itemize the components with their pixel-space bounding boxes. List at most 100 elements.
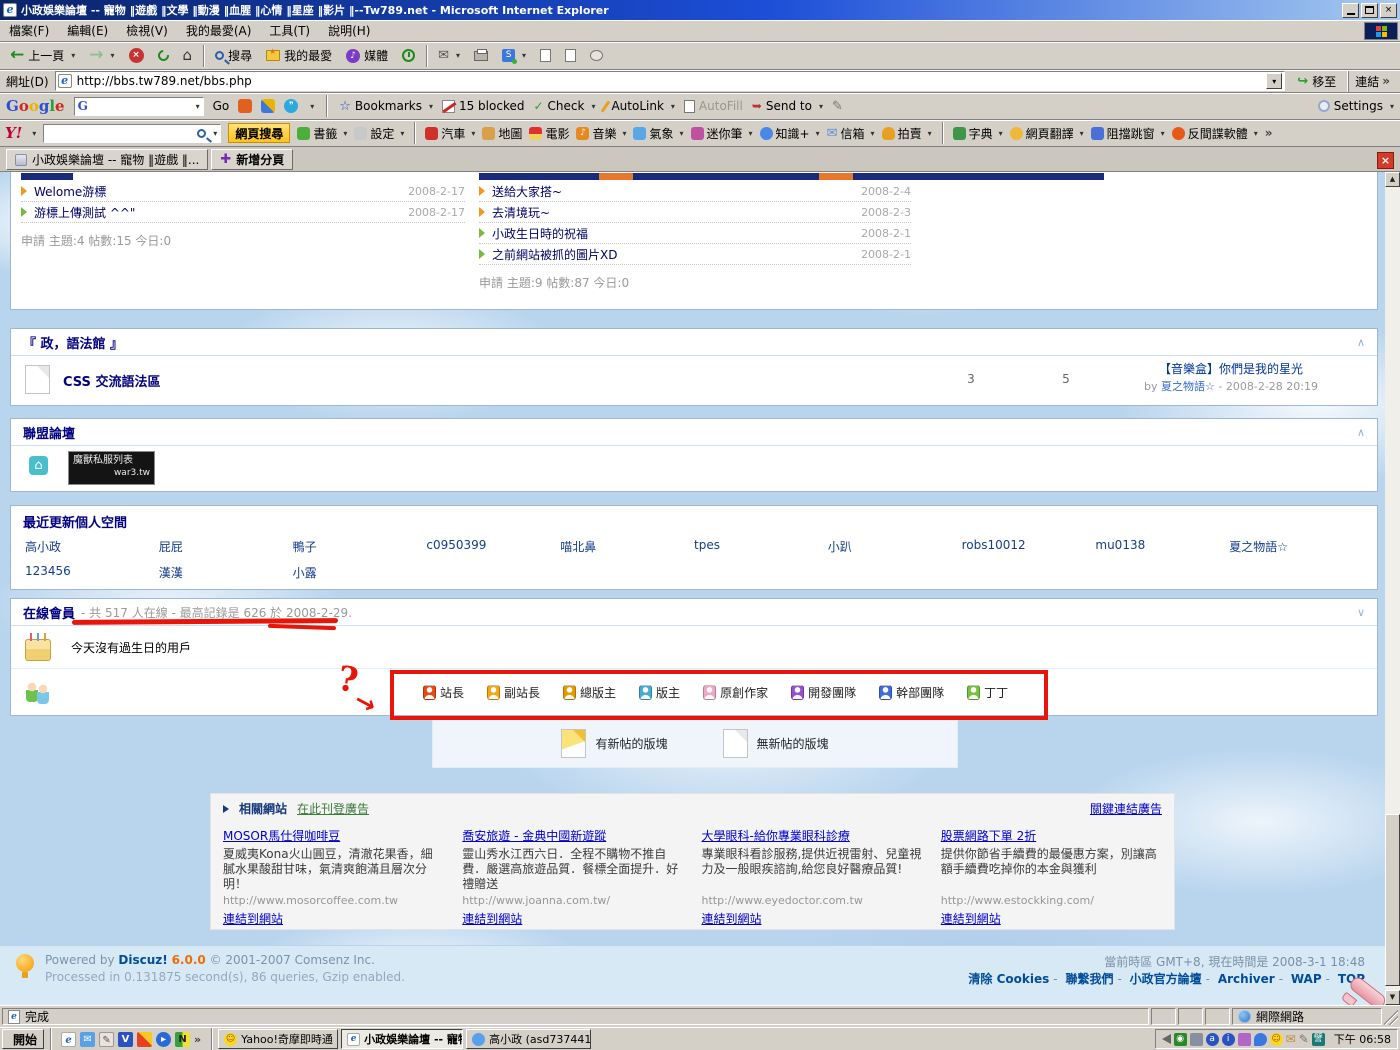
msn-icon[interactable]: V <box>118 1032 133 1047</box>
last-post-title[interactable]: 【音樂盒】你們是我的星光 <box>1159 362 1303 376</box>
official-forum-link[interactable]: 小政官方論壇 <box>1130 972 1202 986</box>
back-button[interactable]: ←上一頁▾ <box>4 44 81 68</box>
spellcheck-button[interactable]: ✓Check▾ <box>533 99 595 113</box>
yahoo-antispy-button[interactable]: 反間諜軟體▾ <box>1172 125 1258 142</box>
user-link[interactable]: 小露 <box>293 564 427 581</box>
yahoo-auction-button[interactable]: 拍賣▾ <box>882 125 932 142</box>
ad-visit-link[interactable]: 連結到網站 <box>941 910 1162 927</box>
web-search-button[interactable]: 網頁搜尋 <box>228 123 290 143</box>
thread-row[interactable]: 之前網站被抓的圖片XD2008-2-1 <box>479 244 911 265</box>
media-button[interactable]: ♪媒體 <box>340 44 394 68</box>
autolink-button[interactable]: AutoLink▾ <box>604 99 674 113</box>
section-title[interactable]: 聯盟論壇 <box>23 423 75 442</box>
task-messenger-chat[interactable]: 高小政 (asd7374415) <box>466 1029 591 1049</box>
taskbar-clock[interactable]: 下午 06:58 <box>1334 1031 1391 1047</box>
toolbar-close-icon[interactable]: × <box>1377 152 1394 169</box>
yahoo-movies-button[interactable]: 電影 <box>529 125 569 142</box>
user-link[interactable]: 123456 <box>25 564 159 581</box>
ad-visit-link[interactable]: 連結到網站 <box>223 910 444 927</box>
fullscreen-button[interactable] <box>559 44 582 68</box>
quick-launch-overflow-icon[interactable]: » <box>194 1033 201 1046</box>
user-link[interactable]: tpes <box>694 538 828 555</box>
thread-row[interactable]: 小政生日時的祝福2008-2-1 <box>479 223 911 244</box>
vertical-scrollbar[interactable]: ▲ ▼ <box>1385 172 1400 1005</box>
media-player-icon[interactable]: ▸ <box>156 1032 171 1047</box>
yahoo-mail-button[interactable]: ✉信箱▾ <box>827 125 875 142</box>
contact-link[interactable]: 聯繫我們 <box>1065 972 1113 986</box>
yahoo-settings-button[interactable]: 設定▾ <box>354 125 404 142</box>
bubble-tray-icon[interactable] <box>1254 1033 1267 1046</box>
network-icon[interactable] <box>1190 1033 1203 1046</box>
user-link[interactable]: robs10012 <box>962 538 1096 555</box>
user-link[interactable]: 喵北鼻 <box>560 538 694 555</box>
send-to-button[interactable]: ➥Send to▾ <box>752 99 823 113</box>
user-link[interactable]: 漢漢 <box>159 564 293 581</box>
tab-new[interactable]: ✚新增分頁 <box>211 149 293 170</box>
user-link[interactable]: 小趴 <box>828 538 962 555</box>
quote-icon[interactable]: ❞ <box>284 99 298 113</box>
address-dropdown-button[interactable]: ▾ <box>1266 73 1282 89</box>
i-tray-icon[interactable]: i <box>1222 1033 1235 1046</box>
task-forum-window[interactable]: e小政娛樂論壇 -- 寵物 ‖... <box>341 1029 463 1049</box>
user-link[interactable]: 夏之物語☆ <box>1229 538 1363 555</box>
menu-help[interactable]: 說明(H) <box>319 22 379 39</box>
yahoo-weather-button[interactable]: 氣象▾ <box>633 125 683 142</box>
user-link[interactable]: 鴨子 <box>293 538 427 555</box>
ad-title-link[interactable]: MOSOR馬仕得咖啡豆 <box>223 827 444 844</box>
yahoo-bookmarks-button[interactable]: 書籤▾ <box>297 125 347 142</box>
yahoo-dictionary-button[interactable]: 字典▾ <box>953 125 1003 142</box>
forum-link[interactable]: CSS 交流語法區 <box>63 371 160 390</box>
home-button[interactable]: ⌂ <box>177 44 199 68</box>
google-search-input[interactable]: G▾ <box>74 97 204 116</box>
user-link[interactable]: 高小政 <box>25 538 159 555</box>
favorites-button[interactable]: 我的最愛 <box>260 44 338 68</box>
last-post-user[interactable]: 夏之物語☆ <box>1161 380 1215 393</box>
refresh-button[interactable] <box>152 44 175 68</box>
volume-icon[interactable] <box>1162 1034 1171 1044</box>
go-button[interactable]: ↪移至 <box>1289 71 1344 92</box>
ad-title-link[interactable]: 大學眼科-給你專業眼科診療 <box>702 827 923 844</box>
show-desktop-icon[interactable]: ✎ <box>99 1032 114 1047</box>
yahoo-knowledge-button[interactable]: 知識+▾ <box>760 125 820 142</box>
menu-edit[interactable]: 編輯(E) <box>58 22 117 39</box>
ad-title-link[interactable]: 股票網路下單 2折 <box>941 827 1162 844</box>
mail-tray-icon[interactable]: ✉ <box>1286 1032 1296 1046</box>
google-go-button[interactable]: Go <box>213 99 230 113</box>
scrollbar-thumb[interactable] <box>1385 814 1400 986</box>
collapse-icon[interactable]: ∨ <box>1357 606 1365 619</box>
close-button[interactable]: × <box>1380 3 1397 18</box>
minimize-button[interactable] <box>1342 3 1359 18</box>
task-yahoo-messenger[interactable]: ☺Yahoo!奇摩即時通 <box>218 1029 338 1049</box>
bird-app-icon[interactable] <box>137 1032 152 1047</box>
alliance-banner[interactable]: 魔獸私服列表war3.tw <box>68 451 155 485</box>
clear-cookies-link[interactable]: 清除 Cookies <box>968 972 1049 986</box>
discuz-link[interactable]: Discuz! <box>118 953 167 967</box>
user-link[interactable]: mu0138 <box>1095 538 1229 555</box>
mail-button[interactable]: ✉▾ <box>432 44 466 68</box>
bookmarks-button[interactable]: ☆Bookmarks▾ <box>339 99 433 114</box>
history-button[interactable] <box>396 44 421 68</box>
highlight-icon[interactable]: ✎ <box>832 99 843 114</box>
edit-button[interactable] <box>534 44 557 68</box>
yahoo-popup-blocker-button[interactable]: 阻擋跳窗▾ <box>1091 125 1165 142</box>
home-link-icon[interactable]: ⌂ <box>29 456 48 475</box>
ad-visit-link[interactable]: 連結到網站 <box>462 910 683 927</box>
tab-forum[interactable]: 小政娛樂論壇 -- 寵物 ‖遊戲 ‖... <box>6 149 208 170</box>
yahoo-music-button[interactable]: ♪音樂▾ <box>576 125 626 142</box>
menu-view[interactable]: 檢視(V) <box>117 22 177 39</box>
user-link[interactable]: 屁屁 <box>159 538 293 555</box>
keyword-ads-link[interactable]: 關鍵連結廣告 <box>1090 800 1162 817</box>
ie-quick-launch-icon[interactable]: e <box>61 1032 76 1047</box>
pagerank-icon[interactable] <box>238 99 252 113</box>
scroll-up-icon[interactable]: ▲ <box>1385 172 1400 187</box>
messenger-button[interactable]: S▾ <box>496 44 532 68</box>
ad-visit-link[interactable]: 連結到網站 <box>702 910 923 927</box>
thread-row[interactable]: 去清境玩~2008-2-3 <box>479 202 911 223</box>
smiley-tray-icon[interactable]: ☺ <box>1270 1033 1283 1046</box>
ad-title-link[interactable]: 喬安旅遊 - 金典中國新遊蹤 <box>462 827 683 844</box>
outlook-express-icon[interactable]: ✉ <box>80 1032 95 1047</box>
n-app-icon[interactable]: N <box>175 1032 190 1047</box>
print-button[interactable] <box>468 44 494 68</box>
archiver-link[interactable]: Archiver <box>1218 972 1275 986</box>
a-tray-icon[interactable]: a <box>1206 1033 1219 1046</box>
